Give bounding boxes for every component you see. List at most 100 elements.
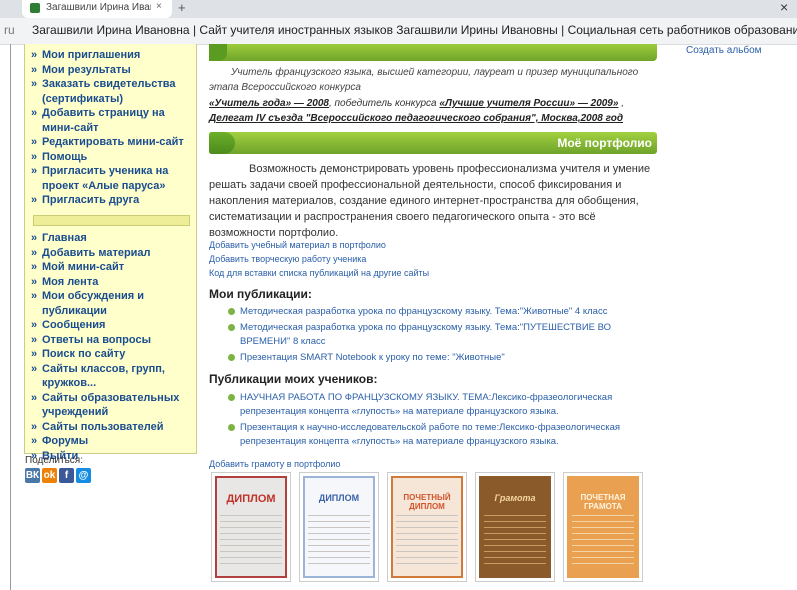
award-separator: , победитель конкурса: [328, 98, 440, 109]
bullet-icon: »: [31, 319, 38, 331]
add-certificate-link[interactable]: Добавить грамоту в портфолио: [209, 459, 340, 469]
sidebar-item-help[interactable]: » Помощь: [31, 150, 195, 165]
publication-item[interactable]: Методическая разработка урока по француз…: [228, 321, 658, 349]
sidebar-item-order-certificates[interactable]: » Заказать свидетельства (сертификаты): [31, 77, 195, 106]
award-end: ,: [618, 98, 624, 109]
bullet-icon: »: [31, 165, 38, 177]
sidebar-item-add-page[interactable]: » Добавить страницу на мини-сайт: [31, 106, 195, 135]
sidebar-item-add-material[interactable]: » Добавить материал: [31, 246, 195, 261]
sidebar-item-school-sites[interactable]: » Сайты образовательных учреждений: [31, 391, 195, 420]
certificates-gallery: ДИПЛОМ ДИПЛОМ ПОЧЕТНЫЙ ДИПЛОМ Грамота ПО…: [211, 472, 643, 582]
tab-close-icon[interactable]: ×: [156, 1, 162, 12]
bullet-icon: »: [31, 290, 38, 302]
bullet-icon: »: [31, 78, 38, 90]
certificate-thumbnail[interactable]: ДИПЛОМ: [211, 472, 291, 582]
sidebar-item-my-discussions[interactable]: » Мои обсуждения и публикации: [31, 289, 195, 318]
bullet-icon: »: [31, 49, 38, 61]
certificate-text-lines: [572, 515, 634, 565]
section-header-bar: [209, 44, 657, 61]
sidebar-menu-top: » Мои приглашения » Мои результаты » Заказа…: [31, 48, 195, 208]
portfolio-icon: [209, 132, 235, 154]
bullet-icon: »: [31, 362, 38, 375]
certificate-thumbnail[interactable]: Грамота: [475, 472, 555, 582]
certificate-thumbnail[interactable]: ПОЧЕТНЫЙ ДИПЛОМ: [387, 472, 467, 582]
publication-item[interactable]: Презентация SMART Notebook к уроку по те…: [228, 351, 658, 365]
award-best-teachers-link[interactable]: «Лучшие учителя России» — 2009»: [439, 98, 618, 109]
mailru-share-icon[interactable]: @: [76, 468, 91, 483]
sidebar-item-messages[interactable]: » Сообщения: [31, 318, 195, 333]
portfolio-description: Возможность демонстрировать уровень проф…: [209, 163, 651, 239]
award-teacher-of-year-link[interactable]: «Учитель года» — 2008: [209, 98, 329, 109]
bullet-icon: »: [31, 333, 38, 346]
facebook-share-icon[interactable]: f: [59, 468, 74, 483]
certificate-thumbnail[interactable]: ПОЧЕТНАЯ ГРАМОТА: [563, 472, 643, 582]
portfolio-title: Моё портфолио: [557, 136, 652, 150]
portfolio-header: Моё портфолио: [209, 132, 657, 154]
new-tab-icon[interactable]: +: [178, 0, 186, 15]
certificate-text-lines: [308, 515, 370, 565]
teacher-description: Учитель французского языка, высшей катег…: [209, 67, 639, 93]
sidebar-item-results[interactable]: » Мои результаты: [31, 63, 195, 78]
bullet-icon: »: [31, 136, 38, 148]
student-publication-item[interactable]: НАУЧНАЯ РАБОТА ПО ФРАНЦУЗСКОМУ ЯЗЫКУ. ТЕ…: [228, 391, 658, 419]
sidebar: » Мои приглашения » Мои результаты » Заказа…: [24, 44, 197, 462]
certificate-text-lines: [484, 515, 546, 565]
title-prefix: ru: [4, 23, 15, 37]
sidebar-item-my-feed[interactable]: » Моя лента: [31, 275, 195, 290]
bullet-icon: »: [31, 232, 38, 244]
sidebar-item-search[interactable]: » Поиск по сайту: [31, 347, 195, 362]
publication-item[interactable]: Методическая разработка урока по француз…: [228, 305, 658, 319]
bullet-icon: »: [31, 420, 38, 433]
browser-tab-bar: Загашвили Ирина Иван × + ×: [0, 0, 797, 18]
bullet-icon: »: [31, 348, 38, 360]
sidebar-item-invite-student[interactable]: » Пригласить ученика на проект «Алые пару…: [31, 164, 195, 193]
embed-code-link[interactable]: Код для вставки списка публикаций на дру…: [209, 268, 429, 278]
bullet-icon: »: [31, 63, 38, 76]
window-title: Загашвили Ирина Ивановна | Сайт учителя …: [32, 23, 797, 37]
share-buttons: ВК ok f @: [25, 468, 91, 483]
bullet-icon: »: [31, 261, 38, 273]
bullet-icon: »: [31, 150, 38, 163]
share-label: Поделиться:: [25, 455, 83, 466]
page-title-bar: ru Загашвили Ирина Ивановна | Сайт учите…: [0, 18, 797, 45]
student-publication-item[interactable]: Презентация к научно-исследовательской р…: [228, 421, 658, 449]
award-delegate-link[interactable]: Делегат IV съезда "Всероссийского педаго…: [209, 113, 623, 124]
bullet-dot-icon: [228, 424, 235, 431]
sidebar-item-user-sites[interactable]: » Сайты пользователей: [31, 420, 195, 435]
page-left-border: [10, 44, 11, 590]
awards: «Учитель года» — 2008, победитель конкур…: [209, 96, 659, 126]
sidebar-item-my-minisite[interactable]: » Мой мини-сайт: [31, 260, 195, 275]
sidebar-item-invite-friend[interactable]: » Пригласить друга: [31, 193, 195, 208]
sidebar-item-forums[interactable]: » Форумы: [31, 434, 195, 449]
my-publications-list: Методическая разработка урока по француз…: [228, 305, 658, 367]
sidebar-item-edit-minisite[interactable]: » Редактировать мини-сайт: [31, 135, 195, 150]
bullet-dot-icon: [228, 354, 235, 361]
bullet-icon: »: [31, 194, 38, 206]
ok-share-icon[interactable]: ok: [42, 468, 57, 483]
sidebar-item-invitations[interactable]: » Мои приглашения: [31, 48, 195, 63]
sidebar-item-answers[interactable]: » Ответы на вопросы: [31, 333, 195, 348]
vk-share-icon[interactable]: ВК: [25, 468, 40, 483]
bullet-dot-icon: [228, 324, 235, 331]
student-publications-heading: Публикации моих учеников:: [209, 372, 378, 386]
section-icon: [209, 44, 227, 61]
bullet-icon: »: [31, 435, 38, 447]
sidebar-separator: [33, 215, 190, 226]
sidebar-item-class-sites[interactable]: » Сайты классов, групп, кружков...: [31, 362, 195, 391]
my-publications-heading: Мои публикации:: [209, 287, 312, 301]
add-material-link[interactable]: Добавить учебный материал в портфолио: [209, 240, 386, 250]
sidebar-item-home[interactable]: » Главная: [31, 231, 195, 246]
bullet-icon: »: [31, 275, 38, 288]
certificate-thumbnail[interactable]: ДИПЛОМ: [299, 472, 379, 582]
sidebar-menu-bottom: » Главная » Добавить материал » Мой мини-са…: [31, 231, 195, 463]
student-publications-list: НАУЧНАЯ РАБОТА ПО ФРАНЦУЗСКОМУ ЯЗЫКУ. ТЕ…: [228, 391, 658, 451]
bullet-dot-icon: [228, 394, 235, 401]
tab-title: Загашвили Ирина Иван: [46, 2, 151, 13]
create-album-link[interactable]: Создать альбом: [686, 45, 762, 56]
site-favicon-icon: [30, 3, 40, 13]
bullet-icon: »: [31, 246, 38, 259]
browser-tab[interactable]: Загашвили Ирина Иван ×: [22, 0, 172, 18]
add-student-work-link[interactable]: Добавить творческую работу ученика: [209, 254, 366, 264]
bullet-icon: »: [31, 107, 38, 119]
window-close-icon[interactable]: ×: [780, 0, 788, 15]
